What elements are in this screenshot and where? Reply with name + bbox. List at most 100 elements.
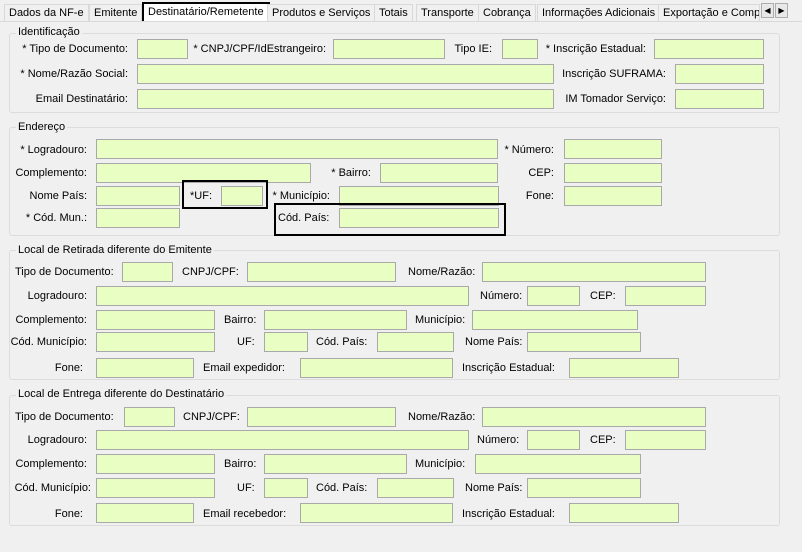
input-entrega-cod-pais[interactable] xyxy=(377,478,454,498)
label-retirada-numero: Número: xyxy=(480,290,523,302)
input-retirada-cod-pais[interactable] xyxy=(377,332,454,352)
label-entrega-nome-razao: Nome/Razão: xyxy=(408,411,476,423)
group-identificacao-legend: Identificação xyxy=(16,26,82,38)
input-entrega-logradouro[interactable] xyxy=(96,430,469,450)
label-retirada-logradouro: Logradouro: xyxy=(27,290,87,302)
group-endereco-legend: Endereço xyxy=(16,121,68,133)
input-entrega-nome-pais[interactable] xyxy=(527,478,641,498)
label-retirada-cnpj-cpf: CNPJ/CPF: xyxy=(182,266,239,278)
input-entrega-email-recebedor[interactable] xyxy=(300,503,453,523)
input-entrega-municipio[interactable] xyxy=(475,454,641,474)
input-retirada-bairro[interactable] xyxy=(264,310,407,330)
input-entrega-cep[interactable] xyxy=(625,430,706,450)
label-inscricao-suframa: Inscrição SUFRAMA: xyxy=(562,68,666,80)
input-tipo-documento[interactable] xyxy=(137,39,188,59)
label-retirada-complemento: Complemento: xyxy=(15,314,87,326)
input-entrega-bairro[interactable] xyxy=(264,454,407,474)
label-entrega-cod-pais: Cód. País: xyxy=(316,482,368,494)
input-email-destinatario[interactable] xyxy=(137,89,554,109)
input-entrega-uf[interactable] xyxy=(264,478,308,498)
input-retirada-numero[interactable] xyxy=(527,286,580,306)
input-complemento[interactable] xyxy=(96,163,311,183)
input-retirada-municipio[interactable] xyxy=(472,310,638,330)
label-entrega-municipio: Município: xyxy=(415,458,466,470)
input-entrega-fone[interactable] xyxy=(96,503,194,523)
tab-dados-nfe[interactable]: Dados da NF-e xyxy=(4,4,89,21)
label-entrega-uf: UF: xyxy=(237,482,255,494)
input-logradouro[interactable] xyxy=(96,139,498,159)
input-entrega-tipo-documento[interactable] xyxy=(124,407,175,427)
input-numero[interactable] xyxy=(564,139,662,159)
tab-scroll-right-icon[interactable]: ▶ xyxy=(775,3,788,18)
input-uf[interactable] xyxy=(221,186,263,206)
input-cnpj-cpf-idestrangeiro[interactable] xyxy=(333,39,445,59)
label-complemento: Complemento: xyxy=(15,167,87,179)
input-retirada-nome-pais[interactable] xyxy=(527,332,641,352)
label-entrega-nome-pais: Nome País: xyxy=(465,482,523,494)
tab-bar: Dados da NF-e Emitente Destinatário/Reme… xyxy=(0,0,802,22)
label-entrega-inscricao-estadual: Inscrição Estadual: xyxy=(462,508,555,520)
input-retirada-email-expedidor[interactable] xyxy=(300,358,453,378)
label-retirada-tipo-documento: Tipo de Documento: xyxy=(15,266,114,278)
label-cod-mun: * Cód. Mun.: xyxy=(25,212,87,224)
label-tipo-ie: Tipo IE: xyxy=(454,43,493,55)
label-retirada-nome-pais: Nome País: xyxy=(465,336,523,348)
label-entrega-complemento: Complemento: xyxy=(15,458,87,470)
label-retirada-municipio: Município: xyxy=(415,314,466,326)
label-uf: *UF: xyxy=(190,190,212,202)
label-retirada-nome-razao: Nome/Razão: xyxy=(408,266,476,278)
tab-cobranca[interactable]: Cobrança xyxy=(478,4,536,21)
input-entrega-cnpj-cpf[interactable] xyxy=(247,407,396,427)
input-entrega-cod-municipio[interactable] xyxy=(96,478,215,498)
group-local-retirada-legend: Local de Retirada diferente do Emitente xyxy=(16,244,214,256)
tab-totais[interactable]: Totais xyxy=(374,4,413,21)
label-retirada-cep: CEP: xyxy=(590,290,616,302)
input-retirada-cep[interactable] xyxy=(625,286,706,306)
label-email-destinatario: Email Destinatário: xyxy=(35,93,128,105)
label-cep: CEP: xyxy=(528,167,554,179)
group-local-entrega-legend: Local de Entrega diferente do Destinatár… xyxy=(16,388,227,400)
label-im-tomador-servico: IM Tomador Serviço: xyxy=(565,93,666,105)
input-tipo-ie[interactable] xyxy=(502,39,538,59)
tab-produtos-servicos[interactable]: Produtos e Serviços xyxy=(267,4,376,21)
label-municipio: * Município: xyxy=(272,190,330,202)
input-retirada-complemento[interactable] xyxy=(96,310,215,330)
label-tipo-documento: * Tipo de Documento: xyxy=(22,43,128,55)
input-inscricao-estadual[interactable] xyxy=(654,39,764,59)
input-entrega-complemento[interactable] xyxy=(96,454,215,474)
tab-destinatario-remetente[interactable]: Destinatário/Remetente xyxy=(142,2,270,22)
input-retirada-tipo-documento[interactable] xyxy=(122,262,173,282)
label-nome-pais: Nome País: xyxy=(29,190,87,202)
input-retirada-fone[interactable] xyxy=(96,358,194,378)
input-cod-pais[interactable] xyxy=(339,208,499,228)
input-retirada-nome-razao[interactable] xyxy=(482,262,706,282)
input-nome-pais[interactable] xyxy=(96,186,180,206)
input-cod-mun[interactable] xyxy=(96,208,180,228)
input-entrega-inscricao-estadual[interactable] xyxy=(569,503,679,523)
tab-exportacao-compra[interactable]: Exportação e Compr xyxy=(658,4,760,21)
label-entrega-cod-municipio: Cód. Município: xyxy=(14,482,91,494)
input-im-tomador-servico[interactable] xyxy=(675,89,764,109)
input-retirada-cod-municipio[interactable] xyxy=(96,332,215,352)
label-logradouro: * Logradouro: xyxy=(20,144,87,156)
input-municipio[interactable] xyxy=(339,186,499,206)
label-inscricao-estadual: * Inscrição Estadual: xyxy=(545,43,646,55)
input-nome-razao-social[interactable] xyxy=(137,64,554,84)
input-inscricao-suframa[interactable] xyxy=(675,64,764,84)
input-retirada-cnpj-cpf[interactable] xyxy=(247,262,396,282)
tab-transporte[interactable]: Transporte xyxy=(416,4,479,21)
input-retirada-logradouro[interactable] xyxy=(96,286,469,306)
tab-informacoes-adicionais[interactable]: Informações Adicionais xyxy=(537,4,661,21)
tab-emitente[interactable]: Emitente xyxy=(89,4,143,21)
input-retirada-uf[interactable] xyxy=(264,332,308,352)
label-retirada-cod-municipio: Cód. Município: xyxy=(10,336,87,348)
label-entrega-cnpj-cpf: CNPJ/CPF: xyxy=(183,411,240,423)
input-fone[interactable] xyxy=(564,186,662,206)
input-retirada-inscricao-estadual[interactable] xyxy=(569,358,679,378)
input-entrega-nome-razao[interactable] xyxy=(482,407,706,427)
input-entrega-numero[interactable] xyxy=(527,430,580,450)
tab-scroll-left-icon[interactable]: ◀ xyxy=(761,3,774,18)
input-bairro[interactable] xyxy=(380,163,498,183)
input-cep[interactable] xyxy=(564,163,662,183)
label-nome-razao-social: * Nome/Razão Social: xyxy=(20,68,128,80)
